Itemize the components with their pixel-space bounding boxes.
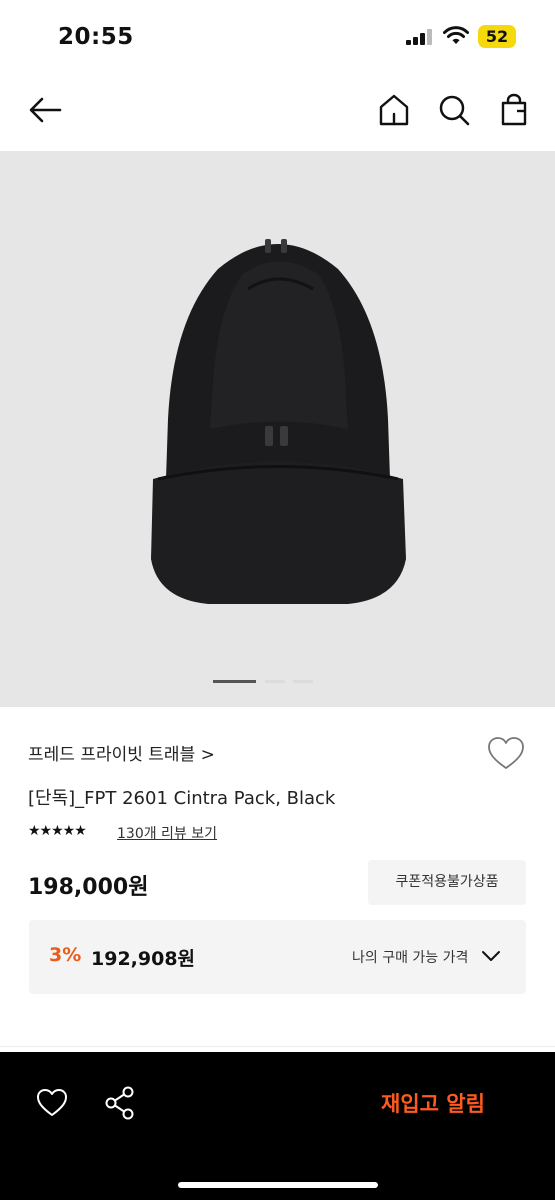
carousel-dot-active — [213, 680, 256, 683]
battery-indicator: 52 — [478, 25, 516, 48]
carousel-dot — [293, 680, 313, 683]
carousel-indicator — [213, 680, 335, 684]
back-arrow-icon[interactable] — [26, 92, 66, 128]
brand-link[interactable]: 프레드 프라이빗 트래블 > — [28, 740, 215, 765]
divider — [0, 1046, 555, 1047]
product-image-carousel[interactable] — [0, 151, 555, 707]
shopping-bag-icon[interactable] — [496, 92, 532, 128]
wishlist-heart-icon[interactable] — [487, 736, 525, 772]
chevron-down-icon — [482, 951, 500, 961]
cellular-signal-icon — [406, 29, 432, 45]
home-indicator — [178, 1182, 378, 1188]
backpack-image — [151, 239, 406, 604]
top-navigation — [0, 72, 555, 150]
status-time: 20:55 — [58, 24, 134, 50]
carousel-dot — [265, 680, 285, 683]
restock-notify-button[interactable]: 재입고 알림 — [381, 1088, 485, 1118]
my-price-value: 192,908원 — [91, 948, 196, 970]
wifi-icon — [443, 26, 469, 44]
reviews-link[interactable]: 130개 리뷰 보기 — [117, 823, 217, 843]
product-price: 198,000원 — [28, 875, 149, 900]
search-icon[interactable] — [436, 92, 472, 128]
rating-stars: ★★★★★ — [28, 823, 87, 839]
heart-icon[interactable] — [36, 1088, 68, 1118]
bottom-action-bar: 재입고 알림 — [0, 1052, 555, 1200]
coupon-badge: 쿠폰적용불가상품 — [368, 860, 526, 905]
status-bar: 20:55 52 — [0, 0, 555, 72]
discount-rate: 3% — [49, 944, 82, 966]
my-price-label: 나의 구매 가능 가격 — [352, 950, 469, 966]
chevron-right-icon: > — [200, 745, 215, 765]
product-title: [단독]_FPT 2601 Cintra Pack, Black — [28, 788, 336, 809]
my-price-dropdown[interactable]: 3% 192,908원 나의 구매 가능 가격 — [29, 920, 526, 994]
home-icon[interactable] — [376, 92, 412, 128]
share-icon[interactable] — [103, 1085, 137, 1121]
brand-name: 프레드 프라이빗 트래블 — [28, 745, 196, 765]
